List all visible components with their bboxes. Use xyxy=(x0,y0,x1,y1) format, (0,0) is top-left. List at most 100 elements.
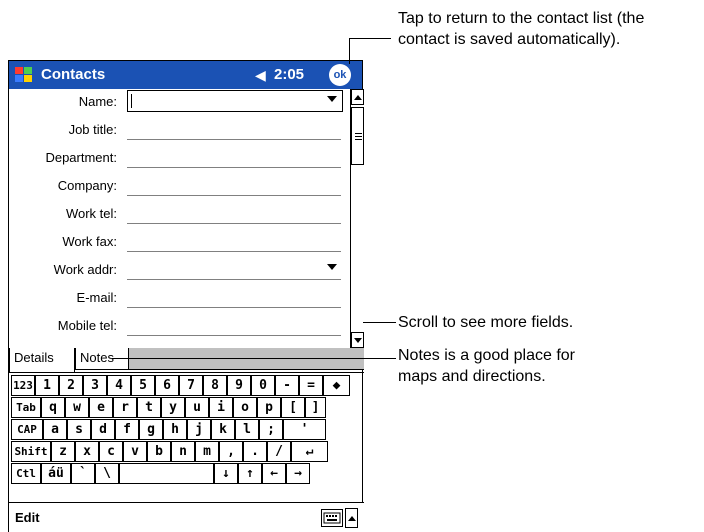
key[interactable]: ; xyxy=(259,419,283,440)
key[interactable]: x xyxy=(75,441,99,462)
scroll-callout-line-1: Scroll to see more fields. xyxy=(398,314,574,331)
ok-leader-line-h xyxy=(349,38,391,39)
key[interactable]: y xyxy=(161,397,185,418)
work-addr-dropdown-icon[interactable] xyxy=(327,264,337,270)
key[interactable]: ◆ xyxy=(323,375,350,396)
key[interactable]: 3 xyxy=(83,375,107,396)
mobile-tel-input[interactable] xyxy=(127,335,341,336)
key[interactable]: 4 xyxy=(107,375,131,396)
ok-callout: Tap to return to the contact list (the c… xyxy=(398,8,644,50)
key[interactable]: 5 xyxy=(131,375,155,396)
key[interactable]: Ctl xyxy=(11,463,41,484)
key[interactable]: 7 xyxy=(179,375,203,396)
key[interactable]: g xyxy=(139,419,163,440)
mobile-tel-row: Mobile tel: xyxy=(9,313,350,339)
windows-start-icon[interactable] xyxy=(13,64,35,86)
job-title-input[interactable] xyxy=(127,139,341,140)
ok-button[interactable]: ok xyxy=(329,64,351,86)
clock[interactable]: 2:05 xyxy=(274,66,304,83)
vertical-scrollbar[interactable] xyxy=(350,89,364,348)
key[interactable]: s xyxy=(67,419,91,440)
grip-line xyxy=(355,133,362,134)
key[interactable]: - xyxy=(275,375,299,396)
work-tel-input[interactable] xyxy=(127,223,341,224)
work-addr-input[interactable] xyxy=(127,279,341,280)
speaker-icon[interactable]: ◀ xyxy=(255,67,266,84)
keyboard-icon[interactable] xyxy=(321,509,343,527)
name-row: Name: xyxy=(9,89,350,115)
key[interactable]: h xyxy=(163,419,187,440)
key[interactable]: z xyxy=(51,441,75,462)
company-row: Company: xyxy=(9,173,350,199)
key[interactable]: → xyxy=(286,463,310,484)
key[interactable]: ] xyxy=(305,397,326,418)
scroll-up-button[interactable] xyxy=(351,89,364,105)
key[interactable]: d xyxy=(91,419,115,440)
key[interactable]: ← xyxy=(262,463,286,484)
key[interactable]: 8 xyxy=(203,375,227,396)
key[interactable]: f xyxy=(115,419,139,440)
key[interactable]: r xyxy=(113,397,137,418)
key[interactable]: b xyxy=(147,441,171,462)
job-title-label: Job title: xyxy=(68,122,117,137)
key[interactable]: 6 xyxy=(155,375,179,396)
key[interactable]: \ xyxy=(95,463,119,484)
work-fax-input[interactable] xyxy=(127,251,341,252)
key[interactable]: n xyxy=(171,441,195,462)
key[interactable]: l xyxy=(235,419,259,440)
key[interactable]: q xyxy=(41,397,65,418)
key[interactable]: ↑ xyxy=(238,463,262,484)
department-input[interactable] xyxy=(127,167,341,168)
key[interactable]: / xyxy=(267,441,291,462)
key[interactable]: 2 xyxy=(59,375,83,396)
scroll-leader-line xyxy=(363,322,396,323)
key[interactable]: a xyxy=(43,419,67,440)
input-selector-arrow-icon[interactable] xyxy=(345,508,358,528)
key[interactable]: 0 xyxy=(251,375,275,396)
key[interactable]: Tab xyxy=(11,397,41,418)
key[interactable]: ↵ xyxy=(291,441,328,462)
notes-callout-line-2: maps and directions. xyxy=(398,368,546,385)
key[interactable]: v xyxy=(123,441,147,462)
grip-line xyxy=(355,136,362,137)
key[interactable]: w xyxy=(65,397,89,418)
scroll-thumb[interactable] xyxy=(351,107,364,165)
key[interactable]: [ xyxy=(281,397,305,418)
grip-line xyxy=(355,139,362,140)
email-input[interactable] xyxy=(127,307,341,308)
key[interactable]: ' xyxy=(283,419,326,440)
company-input[interactable] xyxy=(127,195,341,196)
edit-menu[interactable]: Edit xyxy=(15,510,40,525)
key[interactable]: áü xyxy=(41,463,71,484)
department-label: Department: xyxy=(45,150,117,165)
key[interactable]: o xyxy=(233,397,257,418)
key[interactable]: CAP xyxy=(11,419,43,440)
key[interactable]: u xyxy=(185,397,209,418)
name-dropdown-icon[interactable] xyxy=(327,96,337,102)
arrow-up-icon xyxy=(348,516,356,521)
key[interactable]: t xyxy=(137,397,161,418)
menu-bar: Edit xyxy=(9,502,364,532)
tab-notes[interactable]: Notes xyxy=(75,348,129,370)
key[interactable]: 123 xyxy=(11,375,35,396)
key[interactable]: ↓ xyxy=(214,463,238,484)
key-space[interactable] xyxy=(119,463,214,484)
key[interactable]: e xyxy=(89,397,113,418)
key[interactable]: 9 xyxy=(227,375,251,396)
name-input[interactable] xyxy=(127,90,343,112)
key[interactable]: 1 xyxy=(35,375,59,396)
key[interactable]: Shift xyxy=(11,441,51,462)
key[interactable]: k xyxy=(211,419,235,440)
arrow-down-icon xyxy=(354,338,362,343)
tab-details[interactable]: Details xyxy=(9,348,75,372)
key[interactable]: c xyxy=(99,441,123,462)
key[interactable]: m xyxy=(195,441,219,462)
key[interactable]: j xyxy=(187,419,211,440)
scroll-down-button[interactable] xyxy=(351,332,364,348)
key[interactable]: i xyxy=(209,397,233,418)
key[interactable]: = xyxy=(299,375,323,396)
key[interactable]: , xyxy=(219,441,243,462)
key[interactable]: ` xyxy=(71,463,95,484)
key[interactable]: . xyxy=(243,441,267,462)
key[interactable]: p xyxy=(257,397,281,418)
